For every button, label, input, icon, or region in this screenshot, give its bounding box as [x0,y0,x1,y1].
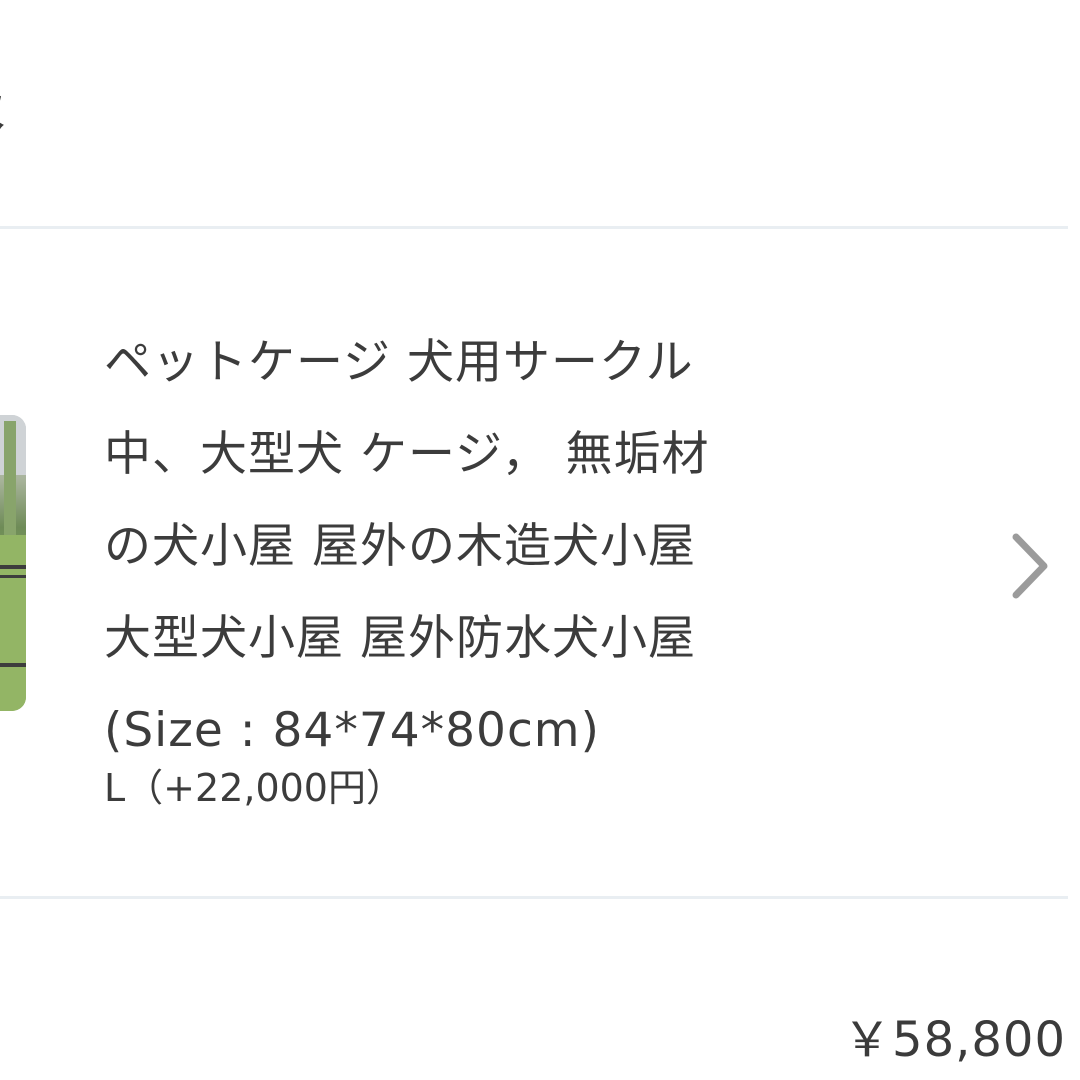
product-photo [0,415,26,711]
order-info-screen: 報 ペットケージ 犬用サークル 中、大型犬 ケージ， 無垢材 の犬小屋 屋外の木… [0,0,1080,1080]
price-value: ￥58,800 [843,1012,1066,1068]
divider-bottom [0,896,1068,899]
product-list-item[interactable]: ペットケージ 犬用サークル 中、大型犬 ケージ， 無垢材 の犬小屋 屋外の木造犬… [0,229,1080,896]
chevron-right-icon [1012,533,1048,599]
product-thumbnail [0,415,26,711]
section-header: 報 [0,0,1080,228]
product-title: ペットケージ 犬用サークル 中、大型犬 ケージ， 無垢材 の犬小屋 屋外の木造犬… [104,335,710,758]
product-variant: L（+22,000円） [104,766,404,810]
section-title: 報 [0,72,4,134]
